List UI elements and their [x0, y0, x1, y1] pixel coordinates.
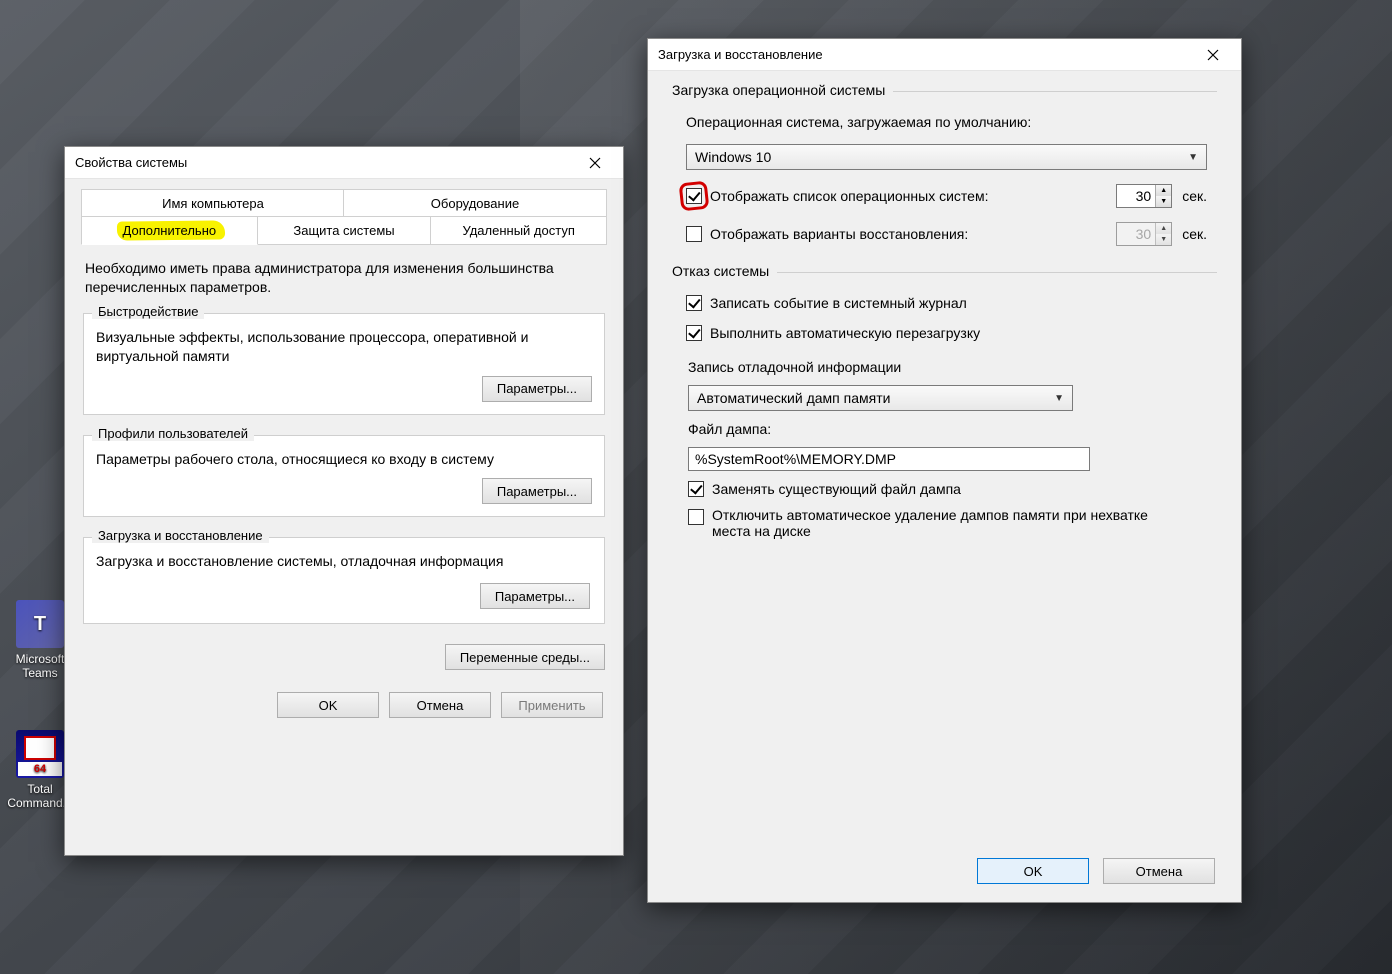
startup-settings-button[interactable]: Параметры... [480, 583, 590, 609]
highlight: Дополнительно [123, 223, 217, 238]
environment-variables-button[interactable]: Переменные среды... [445, 644, 605, 670]
tab-protection[interactable]: Защита системы [256, 216, 433, 245]
system-properties-dialog: Свойства системы Имя компьютера Оборудов… [64, 146, 624, 856]
cancel-button[interactable]: Отмена [1103, 858, 1215, 884]
dump-file-label: Файл дампа: [688, 421, 1207, 437]
system-failure-section: Отказ системы Записать событие в системн… [672, 272, 1217, 547]
startup-recovery-dialog: Загрузка и восстановление Загрузка опера… [647, 38, 1242, 903]
show-os-list-checkbox[interactable] [686, 188, 702, 204]
dialog-footer: OK Отмена Применить [81, 686, 607, 718]
checkbox-label: Заменять существующий файл дампа [712, 481, 961, 497]
spinner-down-button[interactable]: ▼ [1156, 196, 1171, 207]
dialog-footer: OK Отмена [672, 852, 1217, 884]
spinner-up-button[interactable]: ▲ [1156, 185, 1171, 196]
profiles-settings-button[interactable]: Параметры... [482, 478, 592, 504]
seconds-input[interactable] [1117, 185, 1155, 207]
tabstrip: Имя компьютера Оборудование Дополнительн… [81, 189, 607, 245]
cancel-button[interactable]: Отмена [389, 692, 491, 718]
log-event-checkbox[interactable] [686, 295, 702, 311]
seconds-label: сек. [1182, 226, 1207, 242]
group-desc: Параметры рабочего стола, относящиеся ко… [96, 450, 592, 469]
tab-hardware[interactable]: Оборудование [343, 189, 607, 218]
overwrite-dump-checkbox[interactable] [688, 481, 704, 497]
checkbox-label: Отключить автоматическое удаление дампов… [712, 507, 1172, 539]
startup-recovery-group: Загрузка и восстановление Загрузка и вос… [83, 537, 605, 624]
show-os-list-seconds-spinner[interactable]: ▲ ▼ [1116, 184, 1172, 208]
titlebar: Загрузка и восстановление [648, 39, 1241, 71]
show-recovery-checkbox[interactable] [686, 226, 702, 242]
checkbox-label: Выполнить автоматическую перезагрузку [710, 325, 980, 341]
close-button[interactable] [572, 148, 617, 178]
dump-file-input[interactable] [688, 447, 1090, 471]
profiles-group: Профили пользователей Параметры рабочего… [83, 435, 605, 518]
section-title: Отказ системы [672, 263, 777, 279]
tab-computer-name[interactable]: Имя компьютера [81, 189, 345, 218]
checkbox-label: Записать событие в системный журнал [710, 295, 967, 311]
intro-text: Необходимо иметь права администратора дл… [85, 259, 603, 297]
tab-remote[interactable]: Удаленный доступ [430, 216, 607, 245]
show-os-list-row: Отображать список операционных систем: ▲… [686, 184, 1207, 208]
total-commander-icon [16, 730, 64, 778]
performance-settings-button[interactable]: Параметры... [482, 376, 592, 402]
select-value: Windows 10 [695, 149, 771, 165]
default-os-select[interactable]: Windows 10 ▼ [686, 144, 1207, 170]
group-desc: Визуальные эффекты, использование процес… [96, 328, 592, 366]
dump-header: Запись отладочной информации [688, 359, 1207, 375]
highlight: Загрузка и восстановление [658, 47, 823, 62]
ok-button[interactable]: OK [977, 858, 1089, 884]
apply-button[interactable]: Применить [501, 692, 603, 718]
select-value: Автоматический дамп памяти [697, 390, 890, 406]
close-icon [1207, 49, 1219, 61]
titlebar: Свойства системы [65, 147, 623, 179]
chevron-down-icon: ▼ [1054, 393, 1064, 404]
highlight: Параметры... [478, 581, 592, 611]
seconds-label: сек. [1182, 188, 1207, 204]
window-title: Свойства системы [75, 155, 572, 170]
group-desc: Загрузка и восстановление системы, отлад… [96, 552, 592, 571]
spinner-up-button: ▲ [1156, 223, 1171, 234]
dump-type-select[interactable]: Автоматический дамп памяти ▼ [688, 385, 1073, 411]
teams-icon: T [16, 600, 64, 648]
section-title: Загрузка операционной системы [672, 82, 893, 98]
default-os-label: Операционная система, загружаемая по умо… [686, 114, 1207, 130]
checkbox-label: Отображать список операционных систем: [710, 188, 988, 204]
group-legend: Профили пользователей [92, 426, 254, 441]
group-legend: Загрузка и восстановление [92, 528, 269, 543]
highlight: Загрузка и восстановление [98, 528, 263, 543]
highlight: Свойства системы [75, 155, 187, 170]
performance-group: Быстродействие Визуальные эффекты, испол… [83, 313, 605, 415]
group-legend: Быстродействие [92, 304, 204, 319]
close-button[interactable] [1190, 40, 1235, 70]
show-recovery-seconds-spinner: ▲ ▼ [1116, 222, 1172, 246]
window-title: Загрузка и восстановление [658, 47, 1190, 62]
auto-restart-checkbox[interactable] [686, 325, 702, 341]
seconds-input [1117, 223, 1155, 245]
checkbox-label: Отображать варианты восстановления: [710, 226, 968, 242]
show-recovery-row: Отображать варианты восстановления: ▲ ▼ … [686, 222, 1207, 246]
tab-advanced[interactable]: Дополнительно [81, 216, 258, 245]
os-boot-section: Загрузка операционной системы Операционн… [672, 91, 1217, 254]
ok-button[interactable]: OK [277, 692, 379, 718]
disable-autodelete-checkbox[interactable] [688, 509, 704, 525]
dump-subsection: Запись отладочной информации Автоматичес… [686, 359, 1207, 539]
close-icon [589, 157, 601, 169]
chevron-down-icon: ▼ [1188, 152, 1198, 163]
spinner-down-button: ▼ [1156, 234, 1171, 245]
